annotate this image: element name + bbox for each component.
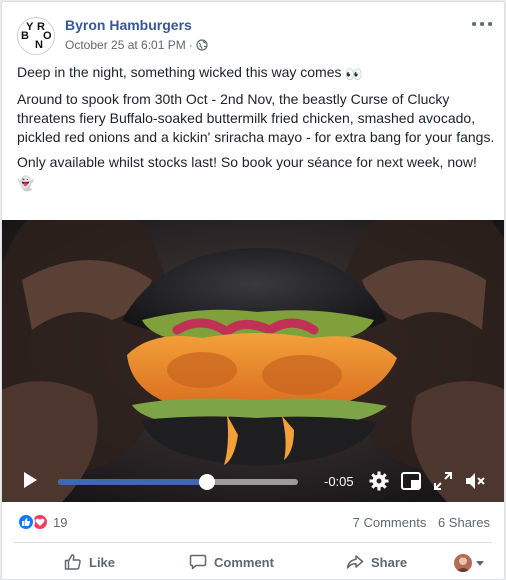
- like-label: Like: [89, 554, 116, 570]
- post-paragraph: Deep in the night, something wicked this…: [17, 63, 497, 84]
- page-avatar[interactable]: Y R B O N: [17, 17, 55, 55]
- post-as-selector[interactable]: [454, 554, 484, 572]
- video-time-remaining: -0:05: [324, 474, 354, 489]
- paragraph-text: Deep in the night, something wicked this…: [17, 64, 342, 80]
- mini-player-icon[interactable]: [400, 470, 422, 492]
- post-header: Y R B O N Byron Hamburgers October 25 at…: [2, 2, 504, 64]
- logo-letter: O: [43, 30, 52, 42]
- post-card: Y R B O N Byron Hamburgers October 25 at…: [1, 1, 505, 580]
- comment-button[interactable]: Comment: [189, 543, 274, 579]
- gear-icon[interactable]: [368, 470, 390, 492]
- mute-icon[interactable]: [464, 470, 486, 492]
- logo-letter: B: [21, 30, 29, 42]
- chevron-down-icon: [476, 560, 484, 566]
- post-meta: October 25 at 6:01 PM ·: [65, 38, 208, 52]
- post-timestamp[interactable]: October 25 at 6:01 PM: [65, 38, 186, 52]
- like-reaction-icon: [17, 513, 35, 531]
- comment-bubble-icon: [189, 554, 207, 570]
- post-text: Deep in the night, something wicked this…: [17, 63, 497, 199]
- video-player[interactable]: -0:05: [2, 220, 504, 502]
- viewer-avatar: [454, 554, 472, 572]
- share-label: Share: [371, 554, 408, 570]
- like-button[interactable]: Like: [64, 543, 116, 579]
- post-stats: 19 7 Comments 6 Shares: [2, 502, 504, 542]
- globe-icon[interactable]: [196, 39, 208, 51]
- comment-label: Comment: [214, 554, 274, 570]
- share-button[interactable]: Share: [346, 543, 408, 579]
- comments-count-link[interactable]: 7 Comments: [353, 515, 427, 530]
- post-paragraph: Around to spook from 30th Oct - 2nd Nov,…: [17, 91, 495, 145]
- play-icon[interactable]: [22, 471, 38, 489]
- meta-separator: ·: [188, 38, 193, 52]
- video-scrubber-handle[interactable]: [198, 474, 215, 490]
- post-actions: Like Comment Share: [2, 543, 504, 579]
- video-progress-bar[interactable]: [58, 474, 298, 490]
- fullscreen-icon[interactable]: [432, 470, 454, 492]
- page-name-link[interactable]: Byron Hamburgers: [65, 17, 192, 33]
- video-controls: -0:05: [2, 458, 504, 502]
- paragraph-text: Only available whilst stocks last! So bo…: [17, 154, 477, 170]
- shares-count-link[interactable]: 6 Shares: [438, 515, 490, 530]
- engagement-counts: 7 Comments 6 Shares: [353, 515, 490, 530]
- share-arrow-icon: [346, 555, 364, 569]
- more-options-icon[interactable]: [472, 18, 492, 30]
- reactions-summary[interactable]: 19: [17, 513, 67, 531]
- video-progress-fill: [58, 479, 207, 485]
- post-paragraph: Only available whilst stocks last! So bo…: [17, 153, 497, 193]
- eyes-emoji-icon: 👀: [345, 66, 363, 82]
- logo-letter: N: [35, 39, 43, 51]
- thumbs-up-icon: [64, 554, 81, 570]
- reaction-count: 19: [53, 514, 68, 530]
- ghost-emoji-icon: 👻: [17, 175, 35, 191]
